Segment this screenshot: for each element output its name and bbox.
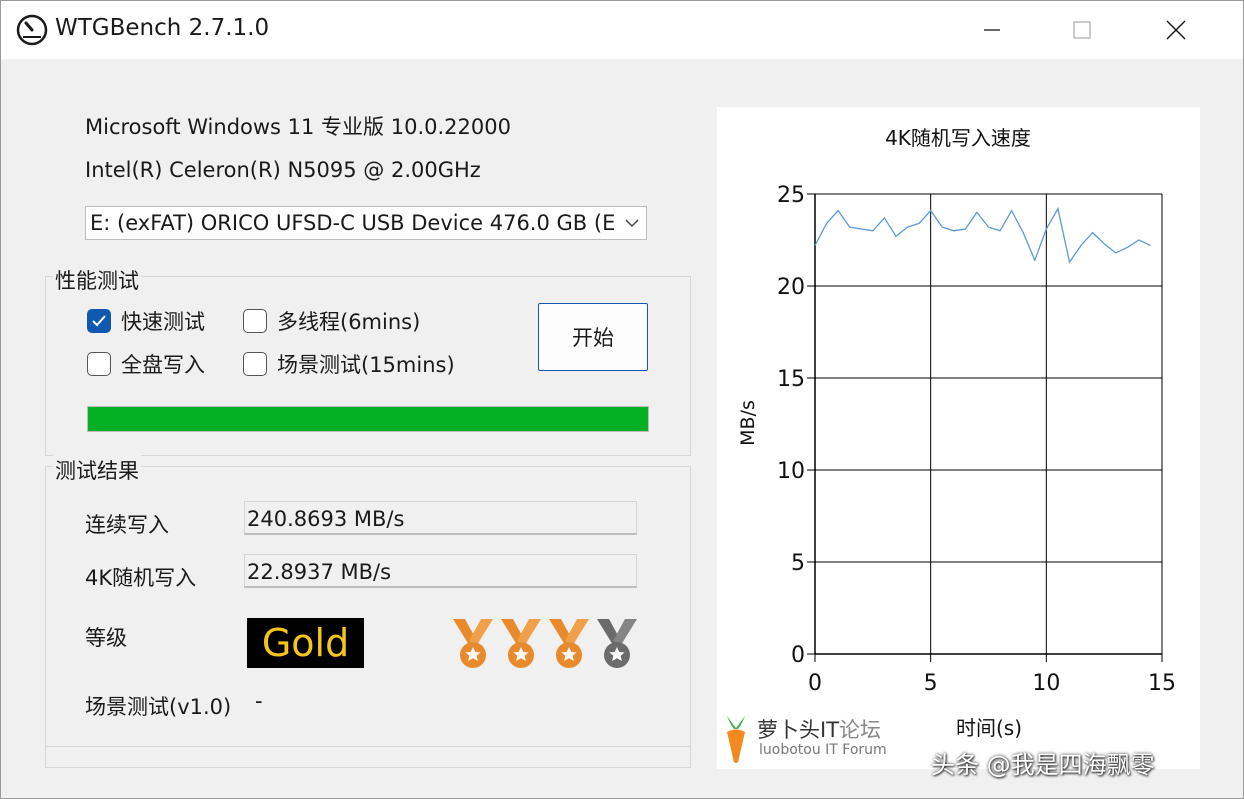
x-axis-label: 时间(s) bbox=[956, 716, 1022, 740]
window-title: WTGBench 2.7.1.0 bbox=[55, 15, 270, 41]
watermark: 头条 @我是四海飘零 bbox=[931, 751, 1155, 779]
seq-write-label: 连续写入 bbox=[85, 513, 169, 537]
progress-fill bbox=[88, 407, 648, 431]
x-tick-label: 10 bbox=[1032, 671, 1060, 696]
rand4k-field[interactable]: 22.8937 MB/s bbox=[244, 554, 637, 588]
medal-icon-gray bbox=[597, 619, 637, 668]
grade-value: Gold bbox=[261, 621, 350, 665]
grade-badge: Gold bbox=[247, 618, 364, 668]
y-tick-label: 25 bbox=[777, 183, 805, 208]
checkbox-checked-icon bbox=[87, 309, 111, 333]
forum-logo: 萝卜头IT论坛 luobotou IT Forum bbox=[717, 706, 917, 768]
seq-write-value: 240.8693 MB/s bbox=[247, 507, 405, 531]
scene-result-value: - bbox=[255, 689, 263, 713]
chart-ticks: 0 5 10 15 20 25 0 5 10 15 bbox=[777, 183, 1176, 696]
app-window: WTGBench 2.7.1.0 Microsoft Windows 11 专业… bbox=[0, 0, 1244, 799]
checkbox-icon bbox=[243, 352, 267, 376]
multithread-label: 多线程(6mins) bbox=[277, 310, 421, 334]
rand4k-label: 4K随机写入 bbox=[85, 566, 197, 590]
carrot-icon bbox=[727, 716, 745, 763]
speedometer-icon bbox=[16, 14, 48, 46]
full-write-label: 全盘写入 bbox=[121, 353, 205, 377]
y-tick-label: 10 bbox=[777, 459, 805, 484]
test-progress-bar bbox=[87, 406, 649, 432]
drive-select-value: E: (exFAT) ORICO UFSD-C USB Device 476.0… bbox=[90, 211, 616, 235]
scene-test-checkbox[interactable]: 场景测试(15mins) bbox=[243, 349, 455, 379]
y-tick-label: 5 bbox=[791, 551, 805, 576]
full-write-checkbox[interactable]: 全盘写入 bbox=[87, 349, 205, 379]
y-tick-label: 20 bbox=[777, 275, 805, 300]
series-line bbox=[814, 206, 1151, 264]
maximize-button[interactable] bbox=[1035, 1, 1129, 59]
checkbox-icon bbox=[87, 352, 111, 376]
close-icon bbox=[1166, 20, 1186, 40]
y-axis-label: MB/s bbox=[737, 400, 759, 446]
minimize-button[interactable] bbox=[945, 1, 1039, 59]
x-tick-label: 0 bbox=[808, 671, 822, 696]
drive-select[interactable]: E: (exFAT) ORICO UFSD-C USB Device 476.0… bbox=[85, 206, 647, 240]
cpu-info: Intel(R) Celeron(R) N5095 @ 2.00GHz bbox=[85, 158, 481, 182]
logo-name: 萝卜头IT bbox=[757, 718, 840, 742]
medal-icon bbox=[549, 619, 589, 668]
scene-test-label: 场景测试(15mins) bbox=[277, 353, 455, 377]
y-tick-label: 0 bbox=[791, 643, 805, 668]
chart-title: 4K随机写入速度 bbox=[885, 126, 1031, 150]
seq-write-field[interactable]: 240.8693 MB/s bbox=[244, 501, 637, 535]
maximize-icon bbox=[1073, 21, 1091, 39]
checkbox-icon bbox=[243, 309, 267, 333]
chart-grid bbox=[807, 193, 1163, 662]
start-button[interactable]: 开始 bbox=[538, 303, 648, 371]
chevron-down-icon bbox=[625, 219, 639, 228]
logo-sub: luobotou IT Forum bbox=[759, 742, 887, 758]
grade-label: 等级 bbox=[85, 626, 127, 650]
logo-name-suffix: 论坛 bbox=[839, 718, 882, 742]
medal-icon bbox=[501, 619, 541, 668]
y-tick-label: 15 bbox=[777, 367, 805, 392]
scene-result-label: 场景测试(v1.0) bbox=[85, 695, 232, 719]
results-divider bbox=[46, 746, 690, 747]
quick-test-checkbox[interactable]: 快速测试 bbox=[87, 306, 205, 336]
x-tick-label: 5 bbox=[924, 671, 938, 696]
chart-panel: 4K随机写入速度 0 5 10 15 20 25 0 5 10 15 MB/s 时间(s) bbox=[717, 107, 1200, 769]
x-tick-label: 15 bbox=[1148, 671, 1176, 696]
close-button[interactable] bbox=[1129, 1, 1223, 59]
perf-test-title: 性能测试 bbox=[53, 265, 141, 295]
multithread-checkbox[interactable]: 多线程(6mins) bbox=[243, 306, 420, 336]
quick-test-label: 快速测试 bbox=[121, 310, 205, 334]
rand4k-value: 22.8937 MB/s bbox=[247, 560, 392, 584]
title-bar[interactable]: WTGBench 2.7.1.0 bbox=[1, 1, 1243, 59]
medal-icon bbox=[453, 619, 493, 668]
os-info: Microsoft Windows 11 专业版 10.0.22000 bbox=[85, 115, 511, 139]
minimize-icon bbox=[984, 29, 1000, 31]
chart-svg: 4K随机写入速度 0 5 10 15 20 25 0 5 10 15 MB/s 时间(s) bbox=[737, 126, 1176, 740]
results-title: 测试结果 bbox=[53, 455, 141, 485]
